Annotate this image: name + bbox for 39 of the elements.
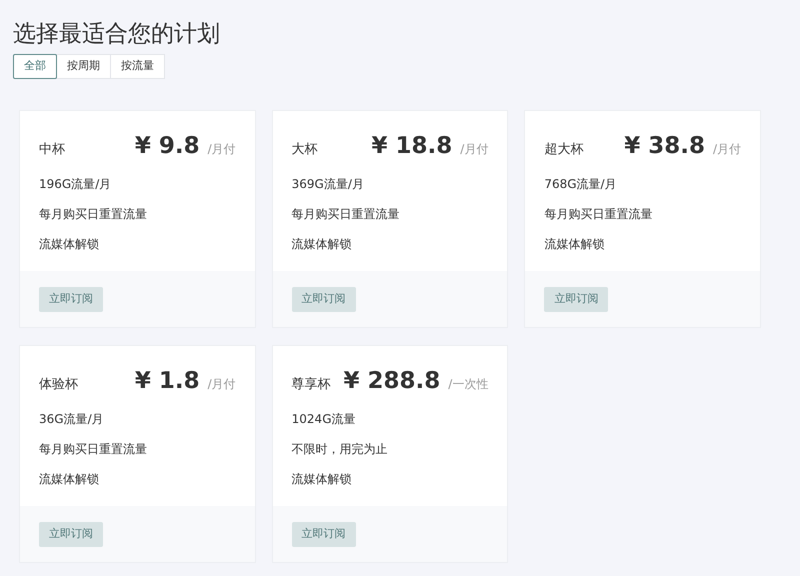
plan-feature: 不限时，用完为止	[292, 440, 389, 458]
page-title: 选择最适合您的计划	[13, 20, 221, 49]
billing-period: /一次性	[448, 376, 488, 393]
plan-price: ¥ 38.8	[624, 132, 705, 161]
plan-name: 中杯	[39, 141, 65, 159]
billing-period: /月付	[712, 141, 741, 158]
plan-feature: 流媒体解锁	[292, 236, 353, 252]
billing-period: /月付	[208, 376, 236, 393]
filter-tab[interactable]: 按流量	[110, 54, 165, 79]
subscribe-button[interactable]: 立即订阅	[39, 522, 103, 546]
filter-tab[interactable]: 全部	[13, 54, 57, 79]
subscribe-button[interactable]: 立即订阅	[544, 286, 608, 312]
plan-name: 大杯	[292, 141, 318, 159]
plan-price: ¥ 288.8	[344, 367, 440, 396]
subscribe-button[interactable]: 立即订阅	[292, 286, 356, 312]
plan-feature: 流媒体解锁	[292, 470, 353, 488]
plan-name: 体验杯	[39, 376, 78, 394]
plan-feature: 流媒体解锁	[39, 236, 100, 252]
plan-price: ¥ 18.8	[372, 132, 452, 161]
subscribe-button[interactable]: 立即订阅	[39, 286, 103, 312]
plan-feature: 每月购买日重置流量	[39, 440, 148, 458]
plan-price: ¥ 1.8	[134, 367, 200, 396]
plan-feature: 每月购买日重置流量	[292, 206, 401, 222]
billing-period: /月付	[460, 141, 488, 158]
plan-name: 超大杯	[544, 141, 584, 159]
plan-price: ¥ 9.8	[134, 132, 200, 161]
plan-feature: 流媒体解锁	[544, 236, 606, 252]
plan-feature: 196G流量/月	[39, 176, 112, 192]
plan-feature: 369G流量/月	[292, 176, 365, 192]
filter-tab[interactable]: 按周期	[56, 54, 111, 79]
plan-feature: 1024G流量	[292, 410, 356, 428]
plan-feature: 每月购买日重置流量	[544, 206, 654, 222]
subscribe-button[interactable]: 立即订阅	[292, 522, 356, 546]
plan-feature: 每月购买日重置流量	[39, 206, 148, 222]
plan-feature: 768G流量/月	[544, 176, 618, 192]
billing-period: /月付	[208, 141, 236, 158]
plan-feature: 流媒体解锁	[39, 470, 100, 488]
plan-name: 尊享杯	[292, 376, 331, 394]
plan-feature: 36G流量/月	[39, 410, 105, 428]
